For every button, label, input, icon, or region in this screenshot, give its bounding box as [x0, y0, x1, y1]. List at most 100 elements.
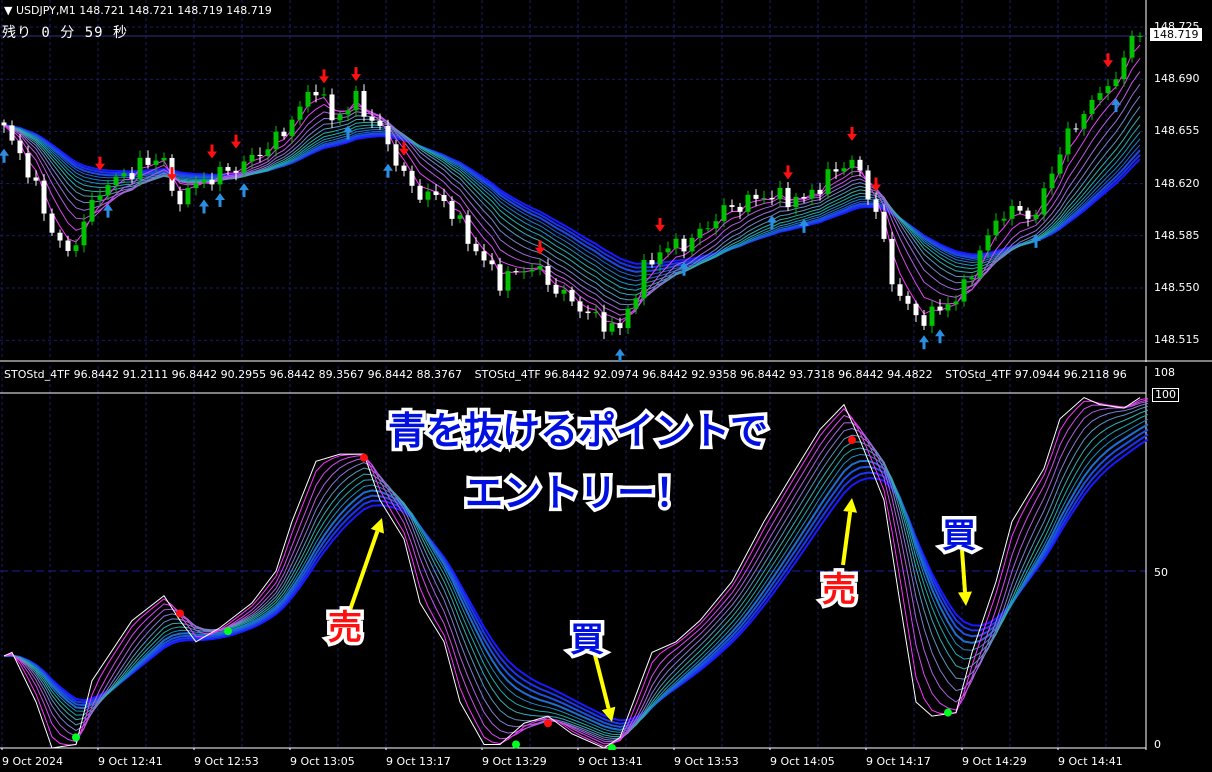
- candle-body: [713, 221, 719, 229]
- candle-body: [1009, 206, 1015, 219]
- candle-body: [633, 298, 639, 309]
- candle-body: [369, 116, 375, 121]
- candle-body: [689, 237, 695, 252]
- candle-body: [1033, 214, 1039, 219]
- buy-arrow-icon: [799, 218, 809, 233]
- candle-body: [985, 235, 991, 251]
- candle-body: [81, 221, 87, 246]
- indicator-values: STOStd_4TF 96.8442 91.2111 96.8442 90.29…: [4, 368, 1146, 381]
- price-ma-ribbon-line: [3, 95, 1141, 306]
- annotation-main-line2: エントリー！: [461, 468, 696, 519]
- indicator-label-1: STOStd_4TF 96.8442 91.2111 96.8442 90.29…: [4, 368, 463, 381]
- candle-body: [737, 206, 743, 212]
- candle-body: [921, 315, 927, 326]
- candle-body: [729, 205, 735, 207]
- sell-arrow-icon: [655, 217, 665, 232]
- candle-body: [777, 187, 783, 200]
- time-tick-label: 9 Oct 14:41: [1058, 755, 1123, 768]
- candle-body: [609, 323, 615, 332]
- candle-body: [153, 160, 159, 165]
- sell-arrow-icon: [847, 126, 857, 141]
- candle-body: [185, 188, 191, 205]
- candle-body: [393, 144, 399, 166]
- candle-body: [385, 125, 391, 145]
- candle-body: [1057, 154, 1063, 174]
- annotation-buy-1: 買: [567, 617, 608, 664]
- candle-body: [313, 91, 319, 96]
- buy-arrow-icon: [1111, 98, 1121, 113]
- candle-body: [825, 169, 831, 195]
- candle-body: [89, 199, 95, 222]
- candle-body: [545, 265, 551, 285]
- candle-body: [505, 271, 511, 291]
- candle-body: [1017, 206, 1023, 211]
- stoch-scale-0: 0: [1154, 738, 1161, 751]
- candle-body: [113, 176, 119, 186]
- stoch-buy-dot: [512, 740, 520, 749]
- candle-body: [945, 304, 951, 311]
- candle-body: [521, 271, 527, 273]
- candle-body: [857, 159, 863, 171]
- sell-arrow-icon: [1103, 53, 1113, 68]
- candle-body: [553, 284, 559, 294]
- candle-body: [441, 195, 447, 202]
- candle-body: [193, 183, 199, 189]
- candle-body: [1137, 35, 1143, 37]
- time-tick-label: 9 Oct 13:53: [674, 755, 739, 768]
- candle-body: [673, 238, 679, 249]
- stoch-buy-dot: [944, 708, 952, 717]
- candle-body: [329, 94, 335, 121]
- candle-body: [361, 91, 367, 117]
- time-tick-label: 9 Oct 13:29: [482, 755, 547, 768]
- candle-body: [1129, 35, 1135, 58]
- candle-body: [65, 240, 71, 251]
- candle-body: [913, 303, 919, 316]
- annotation-sell-2: 売: [819, 567, 860, 614]
- candle-body: [977, 250, 983, 278]
- price-tick-label: 148.690: [1154, 72, 1200, 86]
- candle-body: [809, 189, 815, 199]
- time-tick-label: 9 Oct 13:05: [290, 755, 355, 768]
- buy-arrow-icon: [199, 199, 209, 214]
- buy-arrow-icon: [615, 348, 625, 362]
- candle-body: [657, 252, 663, 265]
- time-tick-label: 9 Oct 13:41: [578, 755, 643, 768]
- candle-body: [497, 264, 503, 291]
- candle-body: [297, 106, 303, 120]
- candle-body: [353, 91, 359, 111]
- stoch-buy-dot: [224, 627, 232, 636]
- candle-body: [817, 189, 823, 195]
- price-tick-label: 148.550: [1154, 281, 1200, 294]
- candle-body: [769, 197, 775, 200]
- annotation-arrowhead-icon: [958, 591, 972, 606]
- candle-body: [225, 167, 231, 171]
- candle-body: [929, 306, 935, 326]
- candle-body: [489, 260, 495, 265]
- stoch-ribbon-line: [3, 405, 1149, 739]
- candle-body: [625, 308, 631, 329]
- candle-body: [321, 94, 327, 96]
- candle-body: [73, 245, 79, 251]
- candle-body: [201, 179, 207, 184]
- price-tick-label: 148.725: [1154, 20, 1200, 33]
- candle-body: [593, 312, 599, 314]
- candle-body: [9, 125, 15, 141]
- candle-body: [145, 157, 151, 165]
- candle-body: [785, 187, 791, 208]
- candle-body: [345, 110, 351, 115]
- candle-body: [417, 185, 423, 200]
- candle-body: [121, 173, 127, 177]
- candle-body: [705, 228, 711, 230]
- annotation-arrowhead-icon: [370, 518, 385, 534]
- sell-arrow-icon: [351, 67, 361, 82]
- candle-body: [665, 248, 671, 253]
- candle-body: [41, 180, 47, 214]
- candle-body: [1105, 86, 1111, 94]
- price-chart[interactable]: [0, 0, 1212, 362]
- stoch-sell-dot: [176, 609, 184, 618]
- candle-body: [481, 251, 487, 261]
- candle-body: [209, 179, 215, 185]
- candle-body: [273, 131, 279, 150]
- candle-body: [617, 323, 623, 329]
- candle-body: [137, 157, 143, 179]
